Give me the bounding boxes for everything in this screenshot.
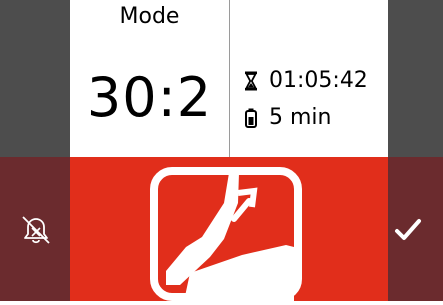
- elapsed-timer: 01:05:42: [243, 68, 368, 93]
- panel-divider: [229, 0, 230, 157]
- right-softkey-top[interactable]: [388, 0, 443, 157]
- battery-icon: [243, 107, 259, 129]
- mode-value: 30:2: [86, 66, 213, 129]
- device-screen: Mode 30:2 01:05:42 5 min: [0, 0, 443, 301]
- battery-duration: 5 min: [243, 105, 331, 130]
- elapsed-timer-value: 01:05:42: [269, 68, 368, 93]
- left-softkey-top[interactable]: [0, 0, 70, 157]
- cpr-compression-icon: [150, 167, 302, 301]
- alarm-muted-icon[interactable]: [18, 212, 54, 248]
- mode-label: Mode: [119, 4, 180, 29]
- hourglass-icon: [243, 70, 259, 92]
- battery-duration-value: 5 min: [269, 105, 332, 130]
- checkmark-icon[interactable]: [390, 212, 426, 248]
